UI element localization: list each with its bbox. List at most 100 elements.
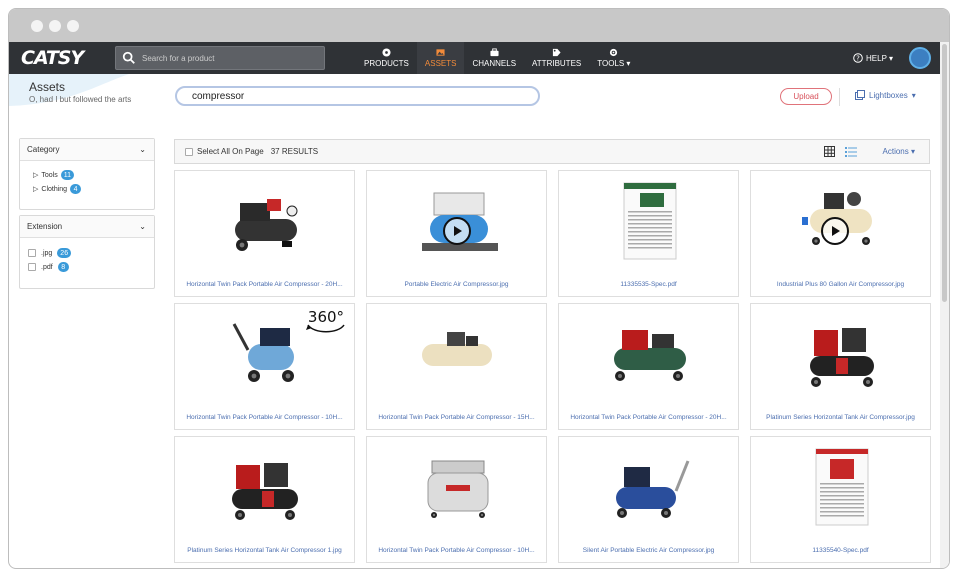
question-circle-icon: ? [853, 53, 863, 63]
play-icon [832, 226, 840, 236]
extension-item-pdf[interactable]: .pdf 8 [20, 260, 154, 274]
asset-card[interactable]: Silent Air Portable Electric Air Compres… [558, 436, 739, 563]
category-item-tools[interactable]: ▷ Tools 11 [20, 168, 154, 182]
nav-attributes-label: ATTRIBUTES [532, 59, 582, 68]
asset-search-input[interactable]: compressor [175, 86, 540, 106]
product-search-placeholder: Search for a product [142, 53, 215, 63]
results-toolbar: Select All On Page 37 RESULTS Actions ▾ [174, 139, 930, 164]
asset-name[interactable]: Platinum Series Horizontal Tank Air Comp… [179, 547, 350, 554]
nav-products[interactable]: PRODUCTS [356, 42, 417, 74]
asset-thumbnail-image [815, 448, 868, 526]
play-video-button[interactable] [443, 217, 471, 245]
extension-checkbox[interactable] [28, 263, 36, 271]
category-count-badge: 11 [60, 170, 75, 180]
category-filter-header[interactable]: Category ⌄ [20, 139, 154, 161]
nav-channels-label: CHANNELS [472, 59, 517, 68]
product-search-input[interactable]: Search for a product [115, 46, 325, 70]
asset-name[interactable]: Portable Electric Air Compressor.jpg [371, 281, 542, 288]
asset-card[interactable]: 360° Horizontal Twin Pack Portable Air Co… [174, 303, 355, 430]
asset-name[interactable]: Industrial Plus 80 Gallon Air Compressor… [755, 281, 926, 288]
search-icon [122, 51, 135, 64]
asset-name[interactable]: Horizontal Twin Pack Portable Air Compre… [371, 414, 542, 421]
extension-filter-title: Extension [27, 222, 63, 231]
browser-window: CATSY Search for a product PRODUCTS ASSE… [8, 8, 950, 569]
asset-grid: Horizontal Twin Pack Portable Air Compre… [174, 170, 931, 563]
asset-card[interactable]: Horizontal Twin Pack Portable Air Compre… [366, 436, 547, 563]
category-filter-panel: Category ⌄ ▷ Tools 11 ▷ Clothing 4 [19, 138, 155, 210]
asset-name[interactable]: Horizontal Twin Pack Portable Air Compre… [371, 547, 542, 554]
asset-card[interactable]: Horizontal Twin Pack Portable Air Compre… [366, 303, 547, 430]
chevron-down-icon: ▾ [910, 147, 915, 156]
grid-view-icon[interactable] [823, 146, 835, 157]
extension-checkbox[interactable] [28, 249, 36, 257]
asset-thumbnail[interactable] [367, 437, 546, 537]
asset-card[interactable]: Horizontal Twin Pack Portable Air Compre… [174, 170, 355, 297]
category-item-label: Clothing [41, 185, 68, 193]
nav-assets-label: ASSETS [424, 59, 457, 68]
select-all-label[interactable]: Select All On Page [197, 147, 264, 156]
lightboxes-menu[interactable]: Lightboxes ▾ [855, 90, 916, 100]
nav-attributes[interactable]: ATTRIBUTES [524, 42, 589, 74]
select-all-checkbox[interactable] [185, 147, 193, 156]
asset-name[interactable]: Silent Air Portable Electric Air Compres… [563, 547, 734, 554]
asset-card[interactable]: Portable Electric Air Compressor.jpg [366, 170, 547, 297]
asset-thumbnail-image [613, 330, 686, 381]
nav-tools[interactable]: TOOLS ▾ [589, 42, 638, 74]
tools-icon [610, 48, 618, 57]
nav-assets[interactable]: ASSETS [416, 42, 465, 74]
window-minimize-dot[interactable] [49, 19, 61, 32]
asset-thumbnail-image [231, 463, 298, 520]
list-view-icon[interactable] [844, 146, 857, 157]
user-avatar[interactable] [909, 47, 931, 69]
chevron-down-icon: ▾ [911, 90, 916, 100]
asset-name[interactable]: 11335540-Spec.pdf [755, 547, 926, 554]
play-video-button[interactable] [821, 217, 849, 245]
extension-filter-header[interactable]: Extension ⌄ [20, 216, 154, 238]
upload-button[interactable]: Upload [780, 88, 832, 105]
results-count: 37 RESULTS [270, 147, 319, 156]
asset-card[interactable]: 11335540-Spec.pdf [750, 436, 931, 563]
help-menu[interactable]: ? HELP ▾ [853, 53, 893, 63]
asset-thumbnail[interactable] [751, 437, 930, 537]
asset-thumbnail-image [234, 199, 297, 251]
page-subtitle: O, had I but followed the arts [29, 95, 132, 104]
extension-item-jpg[interactable]: .jpg 26 [20, 246, 154, 260]
nav-channels[interactable]: CHANNELS [464, 42, 524, 74]
page-title: Assets [29, 80, 66, 94]
extension-count-badge: 8 [57, 262, 69, 272]
category-count-badge: 4 [70, 184, 82, 194]
extension-item-label: .pdf [41, 263, 53, 271]
nav-right: ? HELP ▾ [853, 42, 931, 74]
asset-thumbnail-image [615, 460, 689, 518]
scrollbar-thumb[interactable] [942, 44, 947, 302]
asset-thumbnail-image [623, 182, 676, 260]
window-titlebar [9, 9, 949, 42]
window-maximize-dot[interactable] [67, 19, 79, 32]
assets-icon [436, 49, 445, 56]
asset-name[interactable]: Horizontal Twin Pack Portable Air Compre… [563, 414, 734, 421]
asset-thumbnail[interactable] [559, 171, 738, 271]
asset-name[interactable]: Horizontal Twin Pack Portable Air Compre… [179, 281, 350, 288]
asset-thumbnail[interactable] [751, 304, 930, 404]
page-scrollbar[interactable] [940, 42, 949, 568]
asset-thumbnail[interactable] [559, 304, 738, 404]
asset-card[interactable]: Platinum Series Horizontal Tank Air Comp… [174, 436, 355, 563]
asset-name[interactable]: Platinum Series Horizontal Tank Air Comp… [755, 414, 926, 421]
rotate-360-icon: 360° [306, 308, 345, 333]
asset-card[interactable]: Horizontal Twin Pack Portable Air Compre… [558, 303, 739, 430]
category-item-clothing[interactable]: ▷ Clothing 4 [20, 182, 154, 196]
asset-thumbnail[interactable] [367, 304, 546, 404]
asset-name[interactable]: 11335535-Spec.pdf [563, 281, 734, 288]
asset-thumbnail[interactable] [559, 437, 738, 537]
window-close-dot[interactable] [31, 19, 43, 32]
asset-thumbnail[interactable] [175, 437, 354, 537]
asset-card[interactable]: Platinum Series Horizontal Tank Air Comp… [750, 303, 931, 430]
actions-menu[interactable]: Actions ▾ [883, 147, 915, 156]
asset-card[interactable]: 11335535-Spec.pdf [558, 170, 739, 297]
asset-card[interactable]: Industrial Plus 80 Gallon Air Compressor… [750, 170, 931, 297]
lightboxes-label: Lightboxes [869, 90, 908, 100]
catsy-logo[interactable]: CATSY [21, 47, 84, 69]
attributes-icon [553, 48, 561, 57]
asset-thumbnail[interactable] [175, 171, 354, 271]
asset-name[interactable]: Horizontal Twin Pack Portable Air Compre… [179, 414, 350, 421]
